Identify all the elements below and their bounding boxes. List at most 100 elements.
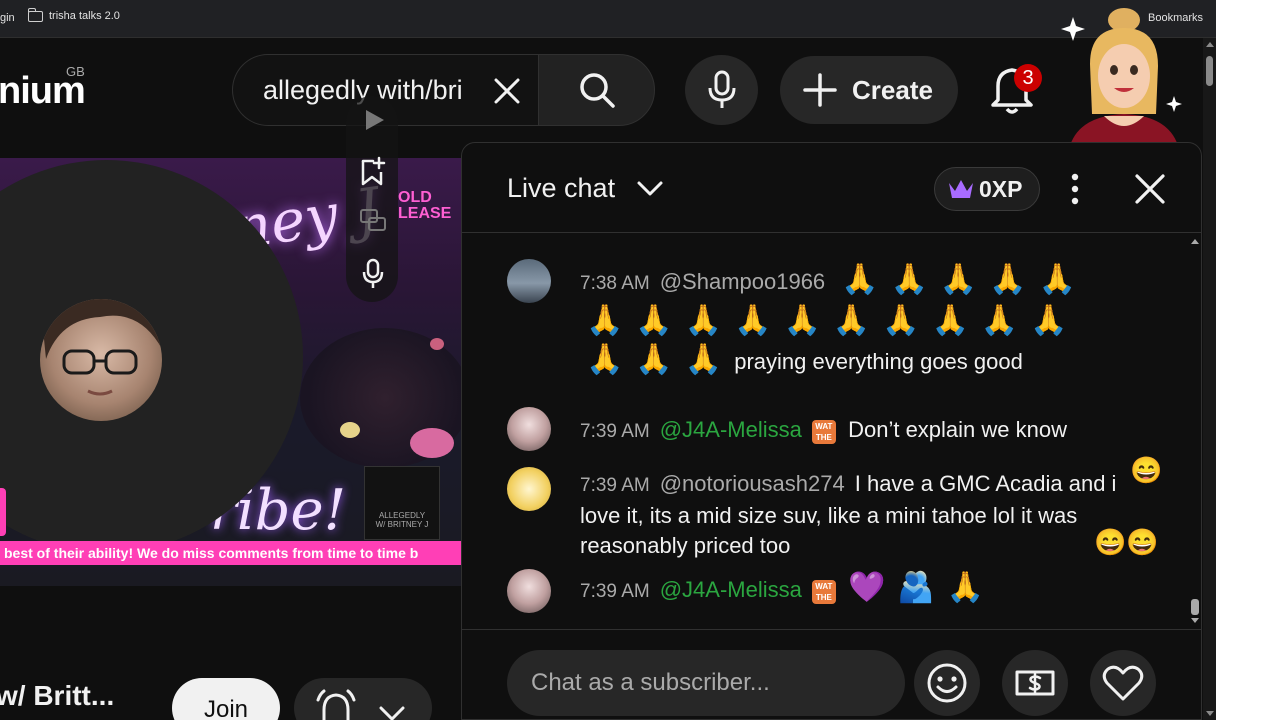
- play-icon[interactable]: [362, 108, 386, 132]
- floating-toolbar: [346, 96, 398, 302]
- hugging-people-icon: 🫂: [897, 570, 935, 605]
- chevron-down-icon[interactable]: [636, 177, 664, 199]
- subscribed-notifications-button[interactable]: [294, 678, 432, 720]
- live-chat-panel: Live chat 0XP 7:38 AM @Shampoo1966 🙏 🙏 🙏…: [461, 142, 1202, 720]
- channel-thumbnail-card: ALLEGEDLY W/ BRITNEY J: [364, 466, 440, 540]
- account-avatar[interactable]: [1060, 4, 1190, 154]
- lotus-bud: [430, 338, 444, 350]
- lotus-bud: [340, 422, 360, 438]
- video-title: w/ Britt...: [0, 680, 115, 711]
- folded-hands-icon: 🙏: [841, 262, 879, 297]
- overlay-pink-tab: [0, 488, 6, 536]
- chat-bubbles-icon[interactable]: [359, 208, 387, 234]
- folded-hands-icon: 🙏: [684, 303, 723, 338]
- folded-hands-icon: 🙏: [635, 303, 673, 338]
- logo-region-code: GB: [66, 64, 85, 79]
- save-bookmark-icon[interactable]: [360, 156, 388, 186]
- search-icon: [579, 73, 615, 108]
- message-text: Don’t explain we know: [848, 417, 1067, 442]
- microphone-icon: [708, 70, 735, 108]
- close-icon[interactable]: [1132, 171, 1168, 207]
- crown-icon: [949, 180, 973, 198]
- folded-hands-icon: 🙏: [931, 303, 969, 338]
- folded-hands-icon: 🙏: [586, 342, 624, 377]
- streamer-webcam-avatar: [40, 299, 162, 421]
- folder-icon: [27, 7, 43, 22]
- folded-hands-icon: 🙏: [939, 262, 978, 297]
- scrolling-ticker: best of their ability! We do miss commen…: [0, 541, 462, 565]
- folded-hands-icon: 🙏: [882, 303, 920, 338]
- chat-message-input[interactable]: Chat as a subscriber...: [507, 650, 905, 716]
- search-button[interactable]: [538, 54, 655, 126]
- folded-hands-icon: 🙏: [980, 303, 1019, 338]
- folded-hands-icon: 🙏: [946, 570, 985, 605]
- folded-hands-icon: 🙏: [586, 303, 624, 338]
- purple-heart-icon: 💜: [847, 570, 886, 605]
- bookmark-folder-label: trisha talks 2.0: [49, 10, 120, 22]
- message-timestamp: 7:39 AM: [580, 581, 650, 602]
- notification-count-badge: 3: [1014, 64, 1042, 92]
- message-body: 7:39 AM @J4A-Melissa WAT THE 💜 🫂 🙏: [580, 573, 1140, 607]
- thumb-text-2: W/ BRITNEY J: [375, 520, 429, 529]
- message-author[interactable]: @Shampoo1966: [660, 269, 825, 294]
- streamer-face-icon: [40, 299, 162, 396]
- user-avatar[interactable]: [507, 407, 551, 451]
- user-avatar[interactable]: [507, 569, 551, 613]
- create-button[interactable]: Create: [780, 56, 958, 124]
- chat-scroll-thumb[interactable]: [1191, 599, 1199, 615]
- plus-icon: [803, 73, 837, 107]
- browser-page: gin trisha talks 2.0 Bookmarks nium GB a…: [0, 0, 1280, 720]
- folded-hands-icon: 🙏: [1038, 262, 1076, 297]
- gold-label-line-1: OLD: [398, 189, 432, 206]
- gold-label-line-2: LEASE: [398, 205, 452, 222]
- join-button[interactable]: Join: [172, 678, 280, 720]
- chat-scrollbar[interactable]: [1189, 233, 1201, 629]
- page-scroll-thumb[interactable]: [1206, 56, 1213, 86]
- message-timestamp: 7:38 AM: [580, 273, 650, 294]
- message-body: 7:39 AM @J4A-Melissa WAT THE Don’t explain …: [580, 415, 1140, 447]
- message-author[interactable]: @J4A-Melissa: [660, 577, 802, 602]
- scroll-down-arrow[interactable]: [1206, 711, 1214, 716]
- folded-hands-icon: 🙏: [989, 262, 1027, 297]
- chat-scroll-down-arrow[interactable]: [1191, 618, 1199, 623]
- thumb-text-1: ALLEGEDLY: [378, 511, 426, 520]
- folded-hands-icon: 🙏: [783, 303, 821, 338]
- microphone-icon[interactable]: [361, 258, 385, 290]
- lotus-flower: [410, 428, 454, 458]
- page-scrollbar[interactable]: [1203, 38, 1216, 720]
- bookmarks-bar: gin trisha talks 2.0 Bookmarks: [0, 0, 1216, 38]
- chat-input-row: Chat as a subscriber...: [462, 629, 1201, 720]
- voice-search-button[interactable]: [685, 55, 758, 125]
- grinning-face-icon: 😄😄: [1094, 527, 1159, 557]
- message-body: 7:38 AM @Shampoo1966 🙏 🙏 🙏 🙏 🙏 🙏 🙏 🙏 🙏 🙏 🙏 🙏 🙏 🙏 🙏 🙏 🙏 🙏 …: [580, 265, 1140, 377]
- message-body: 7:39 AM @notoriousash274 I have a GMC Acad…: [580, 469, 1140, 561]
- more-options-icon[interactable]: [1068, 173, 1082, 205]
- xp-label: 0XP: [979, 175, 1023, 202]
- bookmark-folder-trisha-talks[interactable]: trisha talks 2.0: [27, 7, 120, 22]
- message-author[interactable]: @notoriousash274: [660, 471, 845, 496]
- grinning-face-icon: 😄: [1130, 455, 1163, 485]
- member-badge-icon: WAT THE: [811, 420, 836, 444]
- create-label: Create: [852, 74, 933, 105]
- chevron-down-icon: [379, 706, 405, 720]
- xp-badge-button[interactable]: 0XP: [934, 167, 1040, 211]
- dollar-bill-icon: [1015, 670, 1055, 696]
- message-timestamp: 7:39 AM: [580, 475, 650, 496]
- folded-hands-icon: 🙏: [734, 303, 772, 338]
- heart-icon: [1102, 665, 1144, 701]
- member-badge-icon: WAT THE: [811, 580, 836, 604]
- gold-release-label: OLD LEASE: [398, 190, 451, 222]
- message-author[interactable]: @J4A-Melissa: [660, 417, 802, 442]
- folded-hands-icon: 🙏: [1030, 303, 1068, 338]
- super-chat-button[interactable]: [1002, 650, 1068, 716]
- clear-search-icon[interactable]: [491, 75, 523, 107]
- user-avatar[interactable]: [507, 259, 551, 303]
- user-avatar[interactable]: [507, 467, 551, 511]
- emoji-picker-button[interactable]: [914, 650, 980, 716]
- window-edge: [1216, 0, 1280, 720]
- scroll-up-arrow[interactable]: [1206, 42, 1214, 47]
- live-chat-title[interactable]: Live chat: [507, 173, 615, 204]
- chat-scroll-up-arrow[interactable]: [1191, 239, 1199, 244]
- heart-reaction-button[interactable]: [1090, 650, 1156, 716]
- bookmark-fragment[interactable]: gin: [0, 12, 15, 24]
